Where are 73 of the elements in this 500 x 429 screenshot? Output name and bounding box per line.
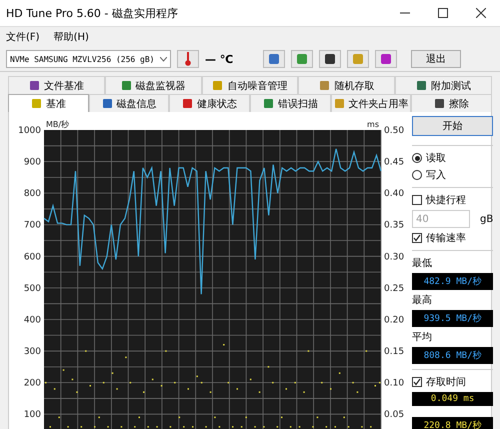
tab-icon xyxy=(319,80,330,91)
radio-button[interactable] xyxy=(412,153,422,163)
tab[interactable]: 自动噪音管理 xyxy=(202,76,298,94)
tab-icon xyxy=(434,98,446,109)
tab[interactable]: 随机存取 xyxy=(298,76,396,94)
axis-label: 0.15 xyxy=(384,347,404,358)
axis-label: 0.20 xyxy=(384,315,404,326)
menu-item[interactable]: 文件(F) xyxy=(6,30,40,44)
reading-display: 220.8 MB/秒 xyxy=(412,417,494,429)
menu-item[interactable]: 帮助(H) xyxy=(54,30,89,44)
checkbox-label: 传输速率 xyxy=(426,232,466,245)
checkbox[interactable] xyxy=(412,377,422,387)
reading-label: 最高 xyxy=(412,294,433,307)
window-title: HD Tune Pro 5.60 - 磁盘实用程序 xyxy=(6,6,179,20)
reading-label: 平均 xyxy=(412,331,433,344)
tab-icon xyxy=(102,98,112,109)
tab-icon xyxy=(212,80,224,91)
chevron-down-icon xyxy=(160,56,167,62)
reading-display: 939.5 MB/秒 xyxy=(412,310,494,327)
axis-label: 500 xyxy=(24,284,41,294)
axis-label: 0.50 xyxy=(384,126,404,136)
axis-unit: ms xyxy=(367,120,379,129)
tab[interactable]: 健康状态 xyxy=(169,94,250,112)
radio-button[interactable] xyxy=(412,170,422,180)
checkbox-label: 存取时间 xyxy=(426,376,466,389)
axis-label: 900 xyxy=(24,158,41,168)
axis-label: 1000 xyxy=(18,126,41,136)
tab-icon xyxy=(416,80,428,91)
start-button[interactable]: 开始 xyxy=(412,116,494,136)
toolbar-icon[interactable] xyxy=(319,50,342,68)
axis-label: 700 xyxy=(24,220,41,231)
axis-label: 800 xyxy=(24,189,41,200)
axis-label: 600 xyxy=(24,252,41,262)
checkbox-label: 快捷行程 xyxy=(426,194,466,207)
reading-display: 482.9 MB/秒 xyxy=(412,273,494,290)
axis-label: 0.40 xyxy=(384,189,404,200)
tab-icon xyxy=(28,80,40,91)
tab[interactable]: 文件基准 xyxy=(8,76,105,94)
exit-button[interactable]: 退出 xyxy=(411,50,462,68)
toolbar-icon[interactable] xyxy=(375,50,398,68)
thermometer-icon xyxy=(177,50,199,68)
tab[interactable]: 磁盘监视器 xyxy=(104,76,202,94)
axis-label: 0.25 xyxy=(384,284,404,294)
axis-label: 300 xyxy=(24,347,41,358)
radio-label: 写入 xyxy=(426,168,446,182)
axis-label: 0.45 xyxy=(384,158,404,168)
tab[interactable]: 基准 xyxy=(8,94,89,112)
tab-icon xyxy=(182,98,194,109)
tab-icon xyxy=(30,98,42,109)
axis-label: 400 xyxy=(24,315,41,326)
axis-label: 0.35 xyxy=(384,220,404,231)
axis-unit: MB/秒 xyxy=(46,120,70,129)
reading-label: 最低 xyxy=(412,257,433,270)
tab[interactable]: 错误扫描 xyxy=(250,94,331,112)
tab-icon xyxy=(334,98,345,109)
tab-icon xyxy=(262,98,274,109)
axis-label: 0.30 xyxy=(384,252,404,262)
radio-label: 读取 xyxy=(426,152,446,165)
tab[interactable]: 擦除 xyxy=(411,94,492,112)
reading-display: 808.6 MB/秒 xyxy=(412,347,494,364)
tab-icon xyxy=(120,80,132,91)
tab[interactable]: 文件夹占用率 xyxy=(330,94,412,112)
axis-label: 0.05 xyxy=(384,410,404,420)
drive-select[interactable]: NVMe SAMSUNG MZVLV256 (256 gB) xyxy=(6,50,171,68)
tab[interactable]: 附加测试 xyxy=(395,76,492,94)
checkbox[interactable] xyxy=(412,233,422,243)
unit-label: gB xyxy=(480,214,494,224)
temperature-reading: — ℃ xyxy=(205,52,234,66)
axis-label: 200 xyxy=(24,378,41,389)
reading-display: 0.049 ms xyxy=(412,392,494,406)
axis-label: 100 xyxy=(24,410,41,420)
axis-label: 0.10 xyxy=(384,378,404,389)
tab[interactable]: 磁盘信息 xyxy=(88,94,170,112)
